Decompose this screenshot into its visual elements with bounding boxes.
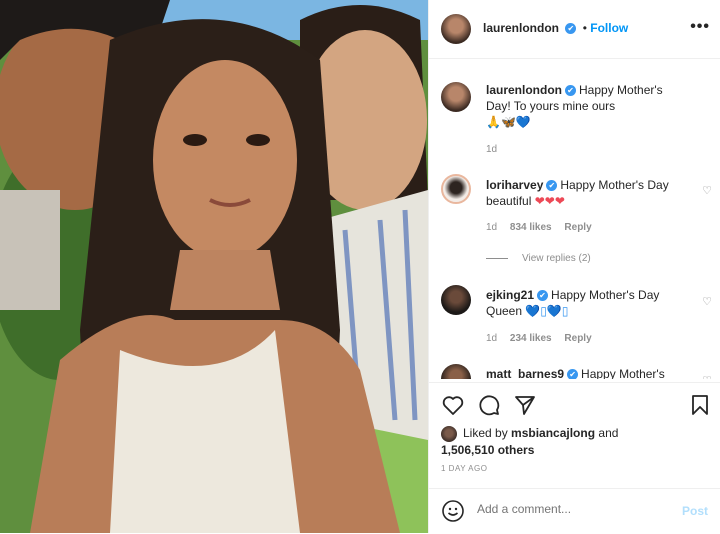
comment-text: loriharvey ✔ Happy Mother's Day beautiful …	[486, 177, 690, 209]
likes-conj: and	[595, 426, 619, 440]
commenter-username[interactable]: ejking21	[486, 288, 534, 302]
comment-text: matt_barnes9 ✔ Happy Mother's	[486, 366, 690, 379]
author-username[interactable]: laurenlondon	[483, 21, 559, 35]
author-avatar[interactable]	[441, 14, 471, 44]
caption-text: laurenlondon ✔ Happy Mother's Day! To your…	[486, 82, 690, 130]
comment-like-heart-icon[interactable]: ♡	[702, 373, 712, 379]
instagram-post: laurenlondon ✔ • Follow ••• laurenlondon…	[0, 0, 720, 533]
verified-badge-icon: ✔	[567, 369, 579, 379]
post-timestamp[interactable]: 1 DAY AGO	[441, 464, 487, 473]
verified-badge-icon: ✔	[565, 23, 577, 35]
reply-button[interactable]: Reply	[564, 222, 591, 233]
comment-likes[interactable]: 834 likes	[510, 222, 552, 233]
heart-icon[interactable]	[441, 393, 465, 417]
caption-age: 1d	[486, 144, 498, 155]
commenter-username[interactable]: loriharvey	[486, 178, 543, 192]
follow-button[interactable]: Follow	[590, 21, 628, 35]
likes-prefix: Liked by	[463, 426, 512, 440]
liker-username[interactable]: msbiancajlong	[511, 426, 595, 440]
comment-icon[interactable]	[477, 393, 501, 417]
commenter-username[interactable]: matt_barnes9	[486, 367, 564, 379]
post-sidebar: laurenlondon ✔ • Follow ••• laurenlondon…	[428, 0, 720, 533]
commenter-avatar[interactable]	[441, 364, 471, 379]
emoji-icon[interactable]	[441, 499, 465, 523]
post-header: laurenlondon ✔ • Follow •••	[429, 0, 720, 59]
post-comment-button[interactable]: Post	[682, 504, 708, 518]
verified-badge-icon: ✔	[546, 180, 558, 192]
header-separator: •	[582, 21, 587, 35]
likes-summary: Liked by msbiancajlong and 1,506,510 oth…	[441, 425, 618, 459]
comment-emoji: ❤❤❤	[534, 194, 565, 208]
comment-age: 1d	[486, 333, 498, 344]
bookmark-icon[interactable]	[688, 393, 712, 417]
verified-badge-icon: ✔	[537, 290, 549, 302]
caption-emoji: 🙏🦋💙	[486, 115, 531, 129]
liker-avatar[interactable]	[441, 425, 457, 442]
share-icon[interactable]	[513, 393, 537, 417]
caption-username[interactable]: laurenlondon	[486, 83, 562, 97]
more-options-icon[interactable]: •••	[690, 18, 710, 36]
action-bar	[429, 382, 720, 423]
comment-like-heart-icon[interactable]: ♡	[702, 294, 712, 310]
comment-age: 1d	[486, 222, 498, 233]
verified-badge-icon: ✔	[565, 85, 576, 97]
reply-button[interactable]: Reply	[564, 333, 591, 344]
comment-body: Happy Mother's	[581, 367, 665, 379]
view-replies-button[interactable]: View replies (2)	[486, 251, 591, 267]
comment-meta: 1d 234 likes Reply	[486, 331, 592, 347]
comment-like-heart-icon[interactable]: ♡	[702, 183, 712, 199]
selfie-illustration	[0, 0, 428, 533]
comment-emoji: 💙▯💙▯	[525, 304, 569, 318]
comment-text: ejking21 ✔ Happy Mother's Day Queen 💙▯💙▯	[486, 287, 690, 319]
add-comment-bar: Post	[429, 488, 720, 534]
comment-input[interactable]	[475, 501, 659, 517]
post-photo[interactable]	[0, 0, 428, 533]
caption-avatar[interactable]	[441, 82, 471, 112]
commenter-avatar[interactable]	[441, 285, 471, 315]
comment-likes[interactable]: 234 likes	[510, 333, 552, 344]
comment-meta: 1d 834 likes Reply	[486, 220, 592, 236]
likes-count[interactable]: 1,506,510 others	[441, 443, 534, 457]
commenter-avatar[interactable]	[441, 174, 471, 204]
comments-list[interactable]: laurenlondon ✔ Happy Mother's Day! To your…	[429, 59, 720, 379]
